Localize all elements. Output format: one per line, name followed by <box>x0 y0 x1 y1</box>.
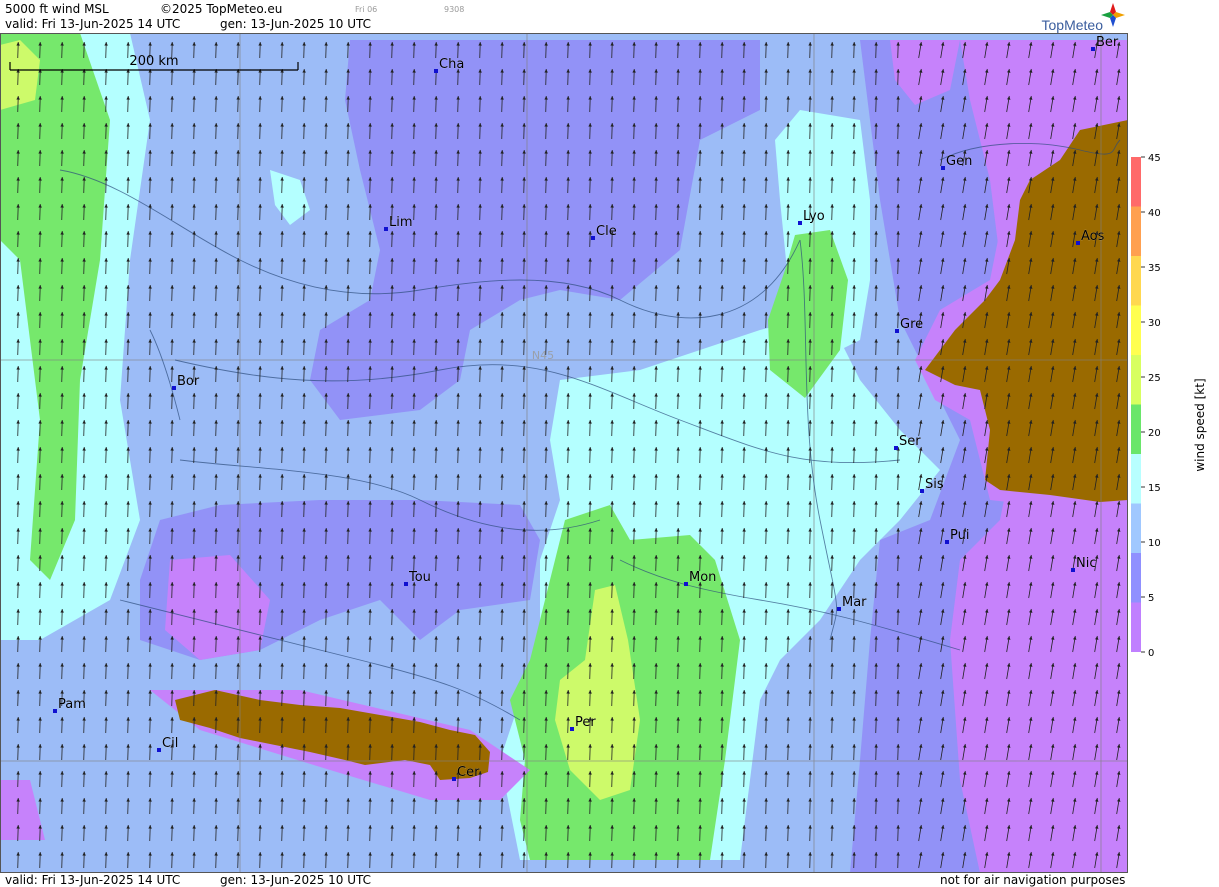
city-pam[interactable]: Pam <box>53 697 86 713</box>
city-label: Mon <box>689 570 716 585</box>
city-marker-icon <box>920 489 924 493</box>
city-marker-icon <box>591 236 595 240</box>
legend-stripe <box>1131 256 1141 306</box>
footer-valid-time: valid: Fri 13-Jun-2025 14 UTC <box>5 873 181 887</box>
legend-stripe <box>1131 503 1141 553</box>
city-marker-icon <box>384 227 388 231</box>
compass-star-icon <box>1101 3 1125 27</box>
city-mon[interactable]: Mon <box>684 570 717 586</box>
city-gen[interactable]: Gen <box>941 154 973 170</box>
city-label: Cil <box>162 736 178 751</box>
city-gre[interactable]: Gre <box>895 317 923 333</box>
legend-tick-label: 5 <box>1148 593 1154 604</box>
city-marker-icon <box>945 540 949 544</box>
legend-tick-label: 30 <box>1148 318 1161 329</box>
scale-bar-label: 200 km <box>129 54 178 69</box>
day-code: Fri 06 <box>355 5 378 14</box>
run-code: 9308 <box>444 5 465 14</box>
city-marker-icon <box>895 329 899 333</box>
city-marker-icon <box>798 221 802 225</box>
legend-tick-label: 15 <box>1148 483 1161 494</box>
city-marker-icon <box>837 607 841 611</box>
city-label: Nic <box>1076 556 1096 571</box>
city-label: Per <box>575 715 596 730</box>
city-cer[interactable]: Cer <box>452 765 480 781</box>
footer-generated-time: gen: 13-Jun-2025 10 UTC <box>220 873 372 887</box>
disclaimer: not for air navigation purposes <box>940 873 1126 887</box>
legend-tick-label: 20 <box>1148 428 1161 439</box>
legend-title: wind speed [kt] <box>1193 378 1207 472</box>
city-label: Pui <box>950 528 969 543</box>
city-label: Ser <box>899 434 921 449</box>
brand-logo <box>1101 3 1125 27</box>
parallel-label: N45 <box>532 349 554 362</box>
city-aos[interactable]: Aos <box>1076 229 1105 245</box>
city-marker-icon <box>172 386 176 390</box>
city-marker-icon <box>894 446 898 450</box>
legend-stripe <box>1131 206 1141 256</box>
legend-stripe <box>1131 602 1141 652</box>
legend-tick-label: 35 <box>1148 263 1161 274</box>
city-label: Cer <box>457 765 480 780</box>
city-label: Lyo <box>803 209 825 224</box>
city-marker-icon <box>434 69 438 73</box>
city-lim[interactable]: Lim <box>384 215 413 231</box>
wind-map[interactable]: 200 km N45 Cha Ber Gen Lim Cle Lyo Aos Gre Bor Se… <box>0 0 1219 887</box>
city-mar[interactable]: Mar <box>837 595 867 611</box>
city-label: Gre <box>900 317 923 332</box>
legend-colorbar: 45 40 35 30 25 20 15 10 5 0 <box>1131 153 1161 659</box>
legend-stripe <box>1131 454 1141 504</box>
city-marker-icon <box>941 166 945 170</box>
city-label: Aos <box>1081 229 1105 244</box>
city-label: Lim <box>389 215 413 230</box>
city-cha[interactable]: Cha <box>434 57 465 73</box>
legend-tick-label: 25 <box>1148 373 1161 384</box>
city-label: Cha <box>439 57 464 72</box>
city-marker-icon <box>684 582 688 586</box>
city-label: Sis <box>925 477 944 492</box>
copyright: ©2025 TopMeteo.eu <box>160 2 283 16</box>
city-label: Pam <box>58 697 86 712</box>
brand-name: TopMeteo <box>1042 17 1104 33</box>
legend-tick-label: 45 <box>1148 153 1161 164</box>
legend-stripe <box>1131 404 1141 454</box>
city-ber[interactable]: Ber <box>1091 35 1119 51</box>
city-label: Ber <box>1096 35 1119 50</box>
city-marker-icon <box>157 748 161 752</box>
legend-tick-label: 0 <box>1148 648 1154 659</box>
city-label: Mar <box>842 595 867 610</box>
city-marker-icon <box>1076 241 1080 245</box>
city-label: Cle <box>596 224 617 239</box>
city-marker-icon <box>452 777 456 781</box>
legend-stripe <box>1131 553 1141 603</box>
city-marker-icon <box>1091 47 1095 51</box>
city-label: Bor <box>177 374 200 389</box>
city-bor[interactable]: Bor <box>172 374 200 390</box>
city-tou[interactable]: Tou <box>404 570 431 586</box>
city-marker-icon <box>404 582 408 586</box>
legend-stripe <box>1131 157 1141 207</box>
city-label: Gen <box>946 154 972 169</box>
legend-tick-label: 10 <box>1148 538 1161 549</box>
legend-stripe <box>1131 305 1141 355</box>
city-marker-icon <box>570 727 574 731</box>
city-label: Tou <box>408 570 431 585</box>
product-title: 5000 ft wind MSL <box>5 2 109 16</box>
generated-time: gen: 13-Jun-2025 10 UTC <box>220 17 372 31</box>
legend-tick-label: 40 <box>1148 208 1161 219</box>
city-ser[interactable]: Ser <box>894 434 922 450</box>
legend-stripe <box>1131 355 1141 405</box>
city-marker-icon <box>1071 568 1075 572</box>
city-marker-icon <box>53 709 57 713</box>
valid-time: valid: Fri 13-Jun-2025 14 UTC <box>5 17 181 31</box>
